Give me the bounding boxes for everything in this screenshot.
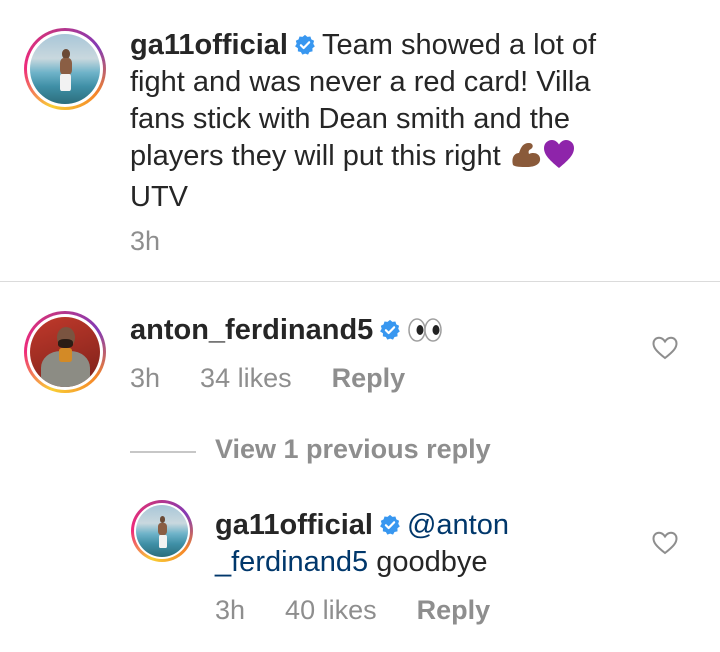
reply-username[interactable]: ga11official <box>215 509 373 541</box>
avatar-photo <box>30 34 100 104</box>
reply-body: ga11official @anton _ferdinand5 goodbye <box>215 507 635 581</box>
purple-heart-icon <box>543 139 575 179</box>
comment-divider <box>0 281 720 282</box>
comment-likes[interactable]: 34 likes <box>200 363 292 393</box>
like-heart-icon[interactable] <box>652 531 678 555</box>
comment-meta-1: 3h <box>130 226 200 257</box>
avatar-photo <box>136 505 188 557</box>
comment-username[interactable]: anton_ferdinand5 <box>130 314 373 346</box>
comment-username[interactable]: ga11official <box>130 29 288 61</box>
avatar-figure <box>30 317 100 387</box>
avatar-figure <box>157 516 168 548</box>
flexed-biceps-icon <box>509 139 543 179</box>
like-heart-icon[interactable] <box>652 336 678 360</box>
view-previous-replies-button[interactable]: View 1 previous reply <box>215 434 491 465</box>
verified-badge-icon <box>380 319 401 340</box>
comment-meta-2: 3h 34 likes Reply <box>130 363 445 394</box>
reply-likes[interactable]: 40 likes <box>285 595 377 625</box>
replies-divider-line <box>130 451 196 453</box>
comment-text-tail: UTV <box>130 181 188 213</box>
avatar-photo <box>30 317 100 387</box>
reply-button[interactable]: Reply <box>332 363 406 393</box>
comment-time: 3h <box>130 363 161 393</box>
comment-time: 3h <box>130 226 161 256</box>
verified-badge-icon <box>380 514 400 535</box>
reply-text: goodbye <box>376 546 488 578</box>
avatar-figure <box>58 49 73 92</box>
avatar-ring-inner <box>27 314 103 390</box>
reply-meta: 3h 40 likes Reply <box>215 595 530 626</box>
avatar-ring-inner <box>27 31 103 107</box>
avatar-ga11official[interactable] <box>131 500 193 562</box>
verified-badge-icon <box>295 34 315 55</box>
comment-body-1: ga11official Team showed a lot of fight a… <box>130 27 650 216</box>
avatar-ring-inner <box>134 503 190 559</box>
comment-body-2: anton_ferdinand5 <box>130 312 630 353</box>
eyes-icon <box>407 316 443 353</box>
reply-button[interactable]: Reply <box>417 595 491 625</box>
avatar-ga11official[interactable] <box>24 28 106 110</box>
reply-time: 3h <box>215 595 246 625</box>
avatar-anton-ferdinand5[interactable] <box>24 311 106 393</box>
